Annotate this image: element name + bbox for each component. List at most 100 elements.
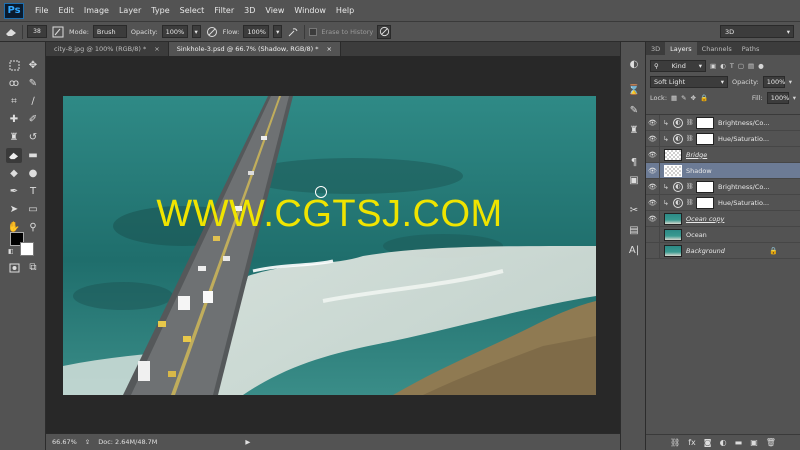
lock-transparent-icon[interactable]: ▦: [671, 94, 677, 102]
tab-3d[interactable]: 3D: [646, 42, 665, 55]
new-layer-icon[interactable]: ▣: [750, 438, 758, 447]
eyedropper-tool-icon[interactable]: ∕: [25, 94, 41, 109]
layer-thumbnail[interactable]: [664, 212, 682, 225]
filter-adjustment-icon[interactable]: ◐: [720, 62, 726, 70]
character-icon[interactable]: ▣: [626, 172, 642, 188]
document-image[interactable]: WWW.CGTSJ.COM: [63, 96, 596, 395]
eraser-tool-icon[interactable]: [6, 148, 22, 163]
menu-image[interactable]: Image: [79, 6, 114, 15]
airbrush-icon[interactable]: [286, 25, 300, 39]
canvas-area[interactable]: WWW.CGTSJ.COM: [46, 56, 620, 433]
history-icon[interactable]: ⌛: [626, 82, 642, 98]
visibility-eye-icon[interactable]: 👁: [646, 210, 660, 227]
brush-tool-icon[interactable]: ✐: [25, 112, 41, 127]
chevron-down-icon[interactable]: ▾: [789, 78, 792, 86]
tab-sinkhole-3[interactable]: Sinkhole-3.psd @ 66.7% (Shadow, RGB/8) *…: [168, 42, 341, 56]
dodge-tool-icon[interactable]: ●: [25, 166, 41, 181]
menu-file[interactable]: File: [30, 6, 53, 15]
close-icon[interactable]: ×: [327, 45, 332, 53]
filter-toggle-icon[interactable]: ●: [758, 62, 764, 70]
background-color-swatch[interactable]: [20, 242, 34, 256]
layer-row-hue-1[interactable]: 👁 ↳ ◐ ⛓ Hue/Saturatio...: [646, 130, 800, 147]
menu-edit[interactable]: Edit: [53, 6, 79, 15]
lock-position-icon[interactable]: ✥: [691, 94, 696, 102]
visibility-eye-icon[interactable]: 👁: [646, 162, 660, 179]
brush-presets-icon[interactable]: ✎: [626, 102, 642, 118]
delete-layer-icon[interactable]: 🗑: [766, 438, 776, 447]
layer-mask-thumbnail[interactable]: [696, 132, 714, 145]
eraser-preset-icon[interactable]: [4, 25, 18, 39]
visibility-eye-icon[interactable]: 👁: [646, 146, 660, 163]
pen-tool-icon[interactable]: ✒: [6, 184, 22, 199]
visibility-eye-icon[interactable]: 👁: [646, 194, 660, 211]
workspace-select[interactable]: 3D ▾: [720, 25, 794, 38]
play-arrow-icon[interactable]: ▶: [245, 438, 250, 446]
share-icon[interactable]: ⇪: [85, 438, 90, 446]
path-selection-tool-icon[interactable]: ➤: [6, 202, 22, 217]
visibility-eye-off-icon[interactable]: 👁: [646, 242, 660, 259]
visibility-eye-icon[interactable]: 👁: [646, 178, 660, 195]
tool-presets-icon[interactable]: ✂: [626, 202, 642, 218]
flow-dropdown-button[interactable]: ▾: [273, 25, 283, 38]
lock-image-icon[interactable]: ✎: [681, 94, 686, 102]
layer-opacity-input[interactable]: 100%: [762, 76, 785, 88]
type-tool-icon[interactable]: T: [25, 184, 41, 199]
tab-channels[interactable]: Channels: [697, 42, 737, 55]
visibility-eye-icon[interactable]: 👁: [646, 130, 660, 147]
lock-all-icon[interactable]: 🔒: [700, 94, 708, 102]
pressure-size-icon[interactable]: [377, 24, 392, 39]
gradient-tool-icon[interactable]: ▬: [25, 148, 41, 163]
menu-3d[interactable]: 3D: [239, 6, 260, 15]
menu-view[interactable]: View: [260, 6, 289, 15]
mode-select[interactable]: Brush: [92, 25, 127, 38]
lasso-tool-icon[interactable]: ꝏ: [6, 76, 22, 91]
layer-row-ocean[interactable]: 👁 Ocean: [646, 226, 800, 243]
pressure-opacity-icon[interactable]: [205, 25, 219, 39]
filter-kind-select[interactable]: ⚲ Kind ▾: [650, 60, 706, 72]
tab-city-8[interactable]: city-8.jpg @ 100% (RGB/8) * ×: [46, 42, 169, 56]
close-icon[interactable]: ×: [154, 45, 159, 53]
crop-tool-icon[interactable]: ⌗: [6, 94, 22, 109]
visibility-eye-off-icon[interactable]: 👁: [646, 226, 660, 243]
layer-row-ocean-copy[interactable]: 👁 Ocean copy: [646, 210, 800, 227]
layer-row-brightness-2[interactable]: 👁 ↳ ◐ ⛓ Brightness/Co...: [646, 178, 800, 195]
layer-thumbnail[interactable]: [664, 244, 682, 257]
layer-row-bridge[interactable]: 👁 Bridge: [646, 146, 800, 163]
layer-thumbnail[interactable]: [664, 228, 682, 241]
marquee-tool-icon[interactable]: [6, 58, 22, 73]
filter-type-icon[interactable]: T: [730, 62, 734, 70]
history-brush-tool-icon[interactable]: ↺: [25, 130, 41, 145]
layer-row-hue-2[interactable]: 👁 ↳ ◐ ⛓ Hue/Saturatio...: [646, 194, 800, 211]
navigator-icon[interactable]: ◐: [626, 56, 642, 72]
layer-mask-thumbnail[interactable]: [696, 180, 714, 193]
type-panel-icon[interactable]: A|: [626, 242, 642, 258]
layer-mask-thumbnail[interactable]: [696, 116, 714, 129]
brush-size-picker[interactable]: 38: [27, 25, 47, 38]
tab-layers[interactable]: Layers: [665, 42, 697, 55]
layer-mask-thumbnail[interactable]: [696, 196, 714, 209]
menu-layer[interactable]: Layer: [114, 6, 146, 15]
clone-stamp-tool-icon[interactable]: ♜: [6, 130, 22, 145]
layer-row-shadow[interactable]: 👁 Shadow: [646, 162, 800, 179]
rectangle-tool-icon[interactable]: ▭: [25, 202, 41, 217]
fill-input[interactable]: 100%: [766, 92, 789, 104]
menu-type[interactable]: Type: [146, 6, 174, 15]
quick-mask-icon[interactable]: [6, 260, 22, 275]
filter-smart-icon[interactable]: ▤: [748, 62, 754, 70]
new-adjustment-icon[interactable]: ◐: [720, 438, 727, 447]
move-tool-icon[interactable]: ✥: [25, 58, 41, 73]
opacity-dropdown-button[interactable]: ▾: [191, 25, 201, 38]
layer-style-icon[interactable]: fx: [688, 438, 696, 447]
blend-mode-select[interactable]: Soft Light ▾: [650, 76, 728, 88]
link-layers-icon[interactable]: ⛓: [670, 438, 680, 447]
erase-history-checkbox[interactable]: [309, 27, 318, 36]
chevron-down-icon[interactable]: ▾: [793, 94, 796, 102]
flow-input[interactable]: 100%: [243, 25, 270, 38]
zoom-level[interactable]: 66.67%: [52, 438, 77, 446]
properties-icon[interactable]: ▤: [626, 222, 642, 238]
menu-help[interactable]: Help: [331, 6, 359, 15]
blur-tool-icon[interactable]: ◆: [6, 166, 22, 181]
layer-row-background[interactable]: 👁 Background 🔒: [646, 242, 800, 259]
screen-mode-icon[interactable]: ⧉: [25, 260, 41, 275]
paragraph-icon[interactable]: ¶: [626, 154, 642, 170]
